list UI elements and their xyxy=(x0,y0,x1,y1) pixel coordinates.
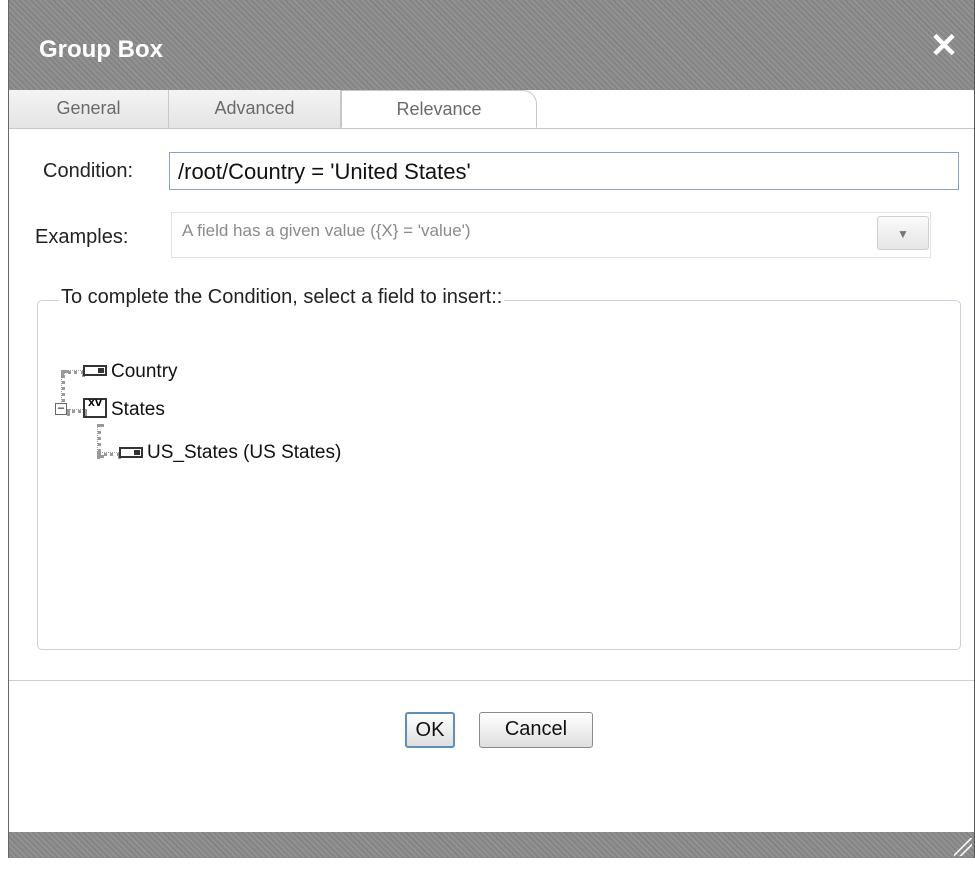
chevron-down-icon[interactable]: ▼ xyxy=(877,216,929,250)
field-picker-panel xyxy=(37,300,961,650)
tree-node-states[interactable]: States xyxy=(111,399,165,421)
field-picker-legend: To complete the Condition, select a fiel… xyxy=(59,286,505,309)
tab-relevance[interactable]: Relevance xyxy=(341,90,537,128)
close-icon[interactable]: ✕ xyxy=(928,29,960,63)
collapse-icon[interactable]: − xyxy=(55,402,67,415)
dialog-titlebar[interactable]: Group Box ✕ xyxy=(9,0,974,90)
condition-input[interactable]: /root/Country = 'United States' xyxy=(169,152,959,190)
footer-divider xyxy=(9,680,974,681)
group-box-dialog: Group Box ✕ General Advanced Relevance C… xyxy=(8,0,975,858)
tree-node-us-states[interactable]: US_States (US States) xyxy=(147,442,341,464)
examples-select[interactable]: A field has a given value ({X} = 'value'… xyxy=(171,212,931,258)
text-field-icon xyxy=(83,365,107,376)
tree-node-country[interactable]: Country xyxy=(111,361,178,383)
tab-strip: General Advanced Relevance xyxy=(9,90,974,129)
examples-label: Examples: xyxy=(35,226,129,248)
tree-connector xyxy=(61,370,85,374)
dialog-footer-bar xyxy=(9,832,974,858)
examples-selected-value: A field has a given value ({X} = 'value'… xyxy=(182,221,471,240)
ok-button[interactable]: OK xyxy=(405,712,455,748)
tree-connector xyxy=(97,452,121,456)
resize-grip-icon[interactable] xyxy=(954,838,972,856)
dialog-title: Group Box xyxy=(39,36,163,63)
cancel-button[interactable]: Cancel xyxy=(479,712,593,748)
text-field-icon xyxy=(119,447,143,458)
group-icon: XV xyxy=(83,398,107,418)
tab-general[interactable]: General xyxy=(9,90,169,128)
tab-advanced[interactable]: Advanced xyxy=(169,90,341,128)
condition-label: Condition: xyxy=(43,160,134,182)
